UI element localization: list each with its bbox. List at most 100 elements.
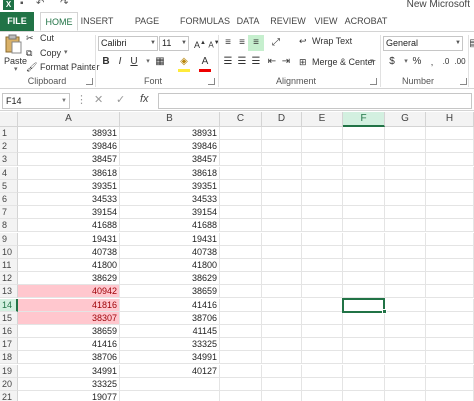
cell-h9[interactable] [426, 232, 474, 246]
cell-b15[interactable]: 38706 [120, 311, 220, 325]
row-header[interactable]: 8 [0, 219, 18, 233]
cell-g4[interactable] [385, 166, 426, 180]
tab-home[interactable]: HOME [40, 12, 78, 31]
cell-g12[interactable] [385, 272, 426, 286]
cell-d13[interactable] [262, 285, 302, 299]
cell-b10[interactable]: 40738 [120, 245, 220, 259]
cell-g11[interactable] [385, 259, 426, 272]
chevron-down-icon[interactable]: ▾ [64, 48, 68, 56]
tab-review[interactable]: REVIEW [268, 12, 308, 31]
cell-c7[interactable] [220, 206, 262, 220]
cell-d1[interactable] [262, 127, 302, 140]
cell-h10[interactable] [426, 245, 474, 259]
cell-h3[interactable] [426, 153, 474, 167]
row-header[interactable]: 9 [0, 232, 18, 246]
cell-d3[interactable] [262, 153, 302, 167]
cell-a16[interactable]: 38659 [18, 325, 120, 338]
cell-h1[interactable] [426, 127, 474, 140]
cell-g16[interactable] [385, 325, 426, 338]
cell-e5[interactable] [302, 179, 343, 193]
cell-a13[interactable]: 40942 [18, 285, 120, 299]
tab-data[interactable]: DATA [232, 12, 264, 31]
cell-a17[interactable]: 41416 [18, 338, 120, 352]
cell-f2[interactable] [343, 140, 385, 154]
fill-color-icon[interactable]: ◈ [176, 54, 192, 70]
enter-icon[interactable]: ✓ [116, 93, 125, 106]
column-header-a[interactable]: A [18, 112, 120, 127]
cell-e16[interactable] [302, 325, 343, 338]
cell-e8[interactable] [302, 219, 343, 233]
cell-b1[interactable]: 38931 [120, 127, 220, 140]
copy-button[interactable]: Copy [40, 48, 61, 58]
cell-b6[interactable]: 34533 [120, 193, 220, 206]
cell-a4[interactable]: 38618 [18, 166, 120, 180]
cell-b19[interactable]: 40127 [120, 364, 220, 378]
cell-g3[interactable] [385, 153, 426, 167]
percent-button[interactable]: % [409, 54, 425, 70]
cell-h8[interactable] [426, 219, 474, 233]
name-box[interactable]: F14 ▼ [2, 93, 70, 109]
cell-f17[interactable] [343, 338, 385, 352]
cell-b14[interactable]: 41416 [120, 298, 220, 312]
cell-d9[interactable] [262, 232, 302, 246]
cell-f21[interactable] [343, 391, 385, 401]
cell-h17[interactable] [426, 338, 474, 352]
cell-b18[interactable]: 34991 [120, 351, 220, 365]
cell-b13[interactable]: 38659 [120, 285, 220, 299]
cell-e3[interactable] [302, 153, 343, 167]
number-format-select[interactable]: General ▼ [383, 36, 463, 51]
cell-a1[interactable]: 38931 [18, 127, 120, 140]
cell-f12[interactable] [343, 272, 385, 286]
cell-h6[interactable] [426, 193, 474, 206]
cell-d18[interactable] [262, 351, 302, 365]
cell-e12[interactable] [302, 272, 343, 286]
cell-d7[interactable] [262, 206, 302, 220]
clipboard-launcher-icon[interactable] [86, 78, 93, 85]
cell-e15[interactable] [302, 311, 343, 325]
cell-d15[interactable] [262, 311, 302, 325]
row-header[interactable]: 12 [0, 272, 18, 286]
cell-c4[interactable] [220, 166, 262, 180]
cell-h18[interactable] [426, 351, 474, 365]
column-header-b[interactable]: B [120, 112, 220, 127]
cell-g18[interactable] [385, 351, 426, 365]
tab-insert[interactable]: INSERT [80, 12, 114, 31]
cell-g13[interactable] [385, 285, 426, 299]
cell-g1[interactable] [385, 127, 426, 140]
cell-e19[interactable] [302, 364, 343, 378]
cell-e11[interactable] [302, 259, 343, 272]
cell-c18[interactable] [220, 351, 262, 365]
chevron-down-icon[interactable]: ▾ [370, 57, 374, 65]
cell-f9[interactable] [343, 232, 385, 246]
merge-center-icon[interactable]: ⊞ [299, 57, 307, 68]
cell-b4[interactable]: 38618 [120, 166, 220, 180]
cell-c5[interactable] [220, 179, 262, 193]
cell-c8[interactable] [220, 219, 262, 233]
increase-indent-icon[interactable]: ⇥ [278, 54, 294, 70]
number-launcher-icon[interactable] [460, 78, 467, 85]
cell-d11[interactable] [262, 259, 302, 272]
column-header-d[interactable]: D [262, 112, 302, 127]
row-header[interactable]: 3 [0, 153, 18, 167]
cell-d19[interactable] [262, 364, 302, 378]
cell-d12[interactable] [262, 272, 302, 286]
row-header[interactable]: 13 [0, 285, 18, 299]
cell-c1[interactable] [220, 127, 262, 140]
cell-a10[interactable]: 40738 [18, 245, 120, 259]
row-header[interactable]: 6 [0, 193, 18, 206]
cell-e13[interactable] [302, 285, 343, 299]
cell-g14[interactable] [385, 298, 426, 312]
cell-d20[interactable] [262, 377, 302, 391]
alignment-launcher-icon[interactable] [370, 78, 377, 85]
row-header[interactable]: 14 [0, 298, 18, 312]
cell-e18[interactable] [302, 351, 343, 365]
cell-c16[interactable] [220, 325, 262, 338]
cell-f13[interactable] [343, 285, 385, 299]
wrap-text-icon[interactable]: ↩ [299, 36, 307, 47]
cell-e7[interactable] [302, 206, 343, 220]
tab-file[interactable]: FILE [0, 12, 34, 31]
cell-f5[interactable] [343, 179, 385, 193]
cell-b21[interactable] [120, 391, 220, 401]
row-header[interactable]: 11 [0, 259, 18, 272]
cell-g19[interactable] [385, 364, 426, 378]
